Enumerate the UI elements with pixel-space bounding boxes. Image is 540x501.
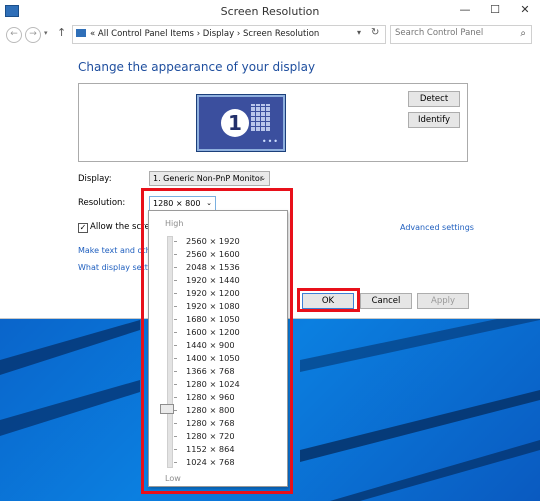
close-button[interactable]: ✕: [510, 0, 540, 20]
search-box: ⌕: [390, 25, 532, 44]
back-arrow-icon[interactable]: ←: [6, 27, 22, 43]
breadcrumb-separator[interactable]: ›: [237, 29, 240, 39]
maximize-button[interactable]: ☐: [480, 0, 510, 20]
what-display-settings-link[interactable]: What display setti: [78, 263, 150, 272]
monitor-dots-icon: •••: [261, 137, 279, 146]
refresh-icon[interactable]: ↻: [371, 27, 379, 38]
highlight-box-resolution-list: [141, 188, 293, 494]
monitor-preview-panel: 1 ••• Detect Identify: [78, 83, 468, 162]
display-label: Display:: [78, 174, 112, 184]
allow-checkbox[interactable]: ✓: [78, 223, 88, 233]
forward-arrow-icon[interactable]: →: [25, 27, 41, 43]
display-select-value: 1. Generic Non-PnP Monitor: [153, 174, 264, 183]
breadcrumb-item-display[interactable]: Display: [203, 29, 234, 39]
breadcrumb-separator[interactable]: ›: [197, 29, 200, 39]
monitor-number: 1: [221, 109, 249, 137]
breadcrumb-overflow[interactable]: «: [90, 29, 95, 39]
minimize-button[interactable]: —: [450, 0, 480, 20]
detect-button[interactable]: Detect: [408, 91, 460, 107]
monitor-1-icon[interactable]: 1 •••: [197, 95, 285, 151]
breadcrumb-item-screen-resolution[interactable]: Screen Resolution: [243, 29, 319, 39]
chevron-down-icon: ⌄: [260, 174, 266, 182]
breadcrumb-item-all-control-panel-items[interactable]: All Control Panel Items: [98, 29, 194, 39]
display-select[interactable]: 1. Generic Non-PnP Monitor ⌄: [149, 171, 270, 186]
page-title: Change the appearance of your display: [78, 60, 316, 74]
address-bar[interactable]: « All Control Panel Items › Display › Sc…: [72, 25, 386, 44]
address-dropdown-chevron-icon[interactable]: ▾: [357, 28, 361, 37]
identify-button[interactable]: Identify: [408, 112, 460, 128]
search-icon[interactable]: ⌕: [520, 28, 526, 39]
address-bar-row: ← → ▾ ↑ « All Control Panel Items › Disp…: [0, 24, 540, 44]
advanced-settings-link[interactable]: Advanced settings: [400, 223, 474, 232]
recent-pages-chevron-icon[interactable]: ▾: [44, 29, 48, 37]
resolution-label: Resolution:: [78, 198, 126, 208]
up-arrow-icon[interactable]: ↑: [57, 26, 66, 39]
highlight-box-ok-button: [297, 288, 360, 312]
title-bar: Screen Resolution — ☐ ✕: [0, 0, 540, 22]
cancel-button[interactable]: Cancel: [360, 293, 412, 309]
search-input[interactable]: [395, 28, 507, 38]
breadcrumb: « All Control Panel Items › Display › Sc…: [90, 29, 319, 39]
screen-grid-icon: [251, 104, 271, 131]
control-panel-icon: [76, 29, 86, 37]
apply-button: Apply: [417, 293, 469, 309]
